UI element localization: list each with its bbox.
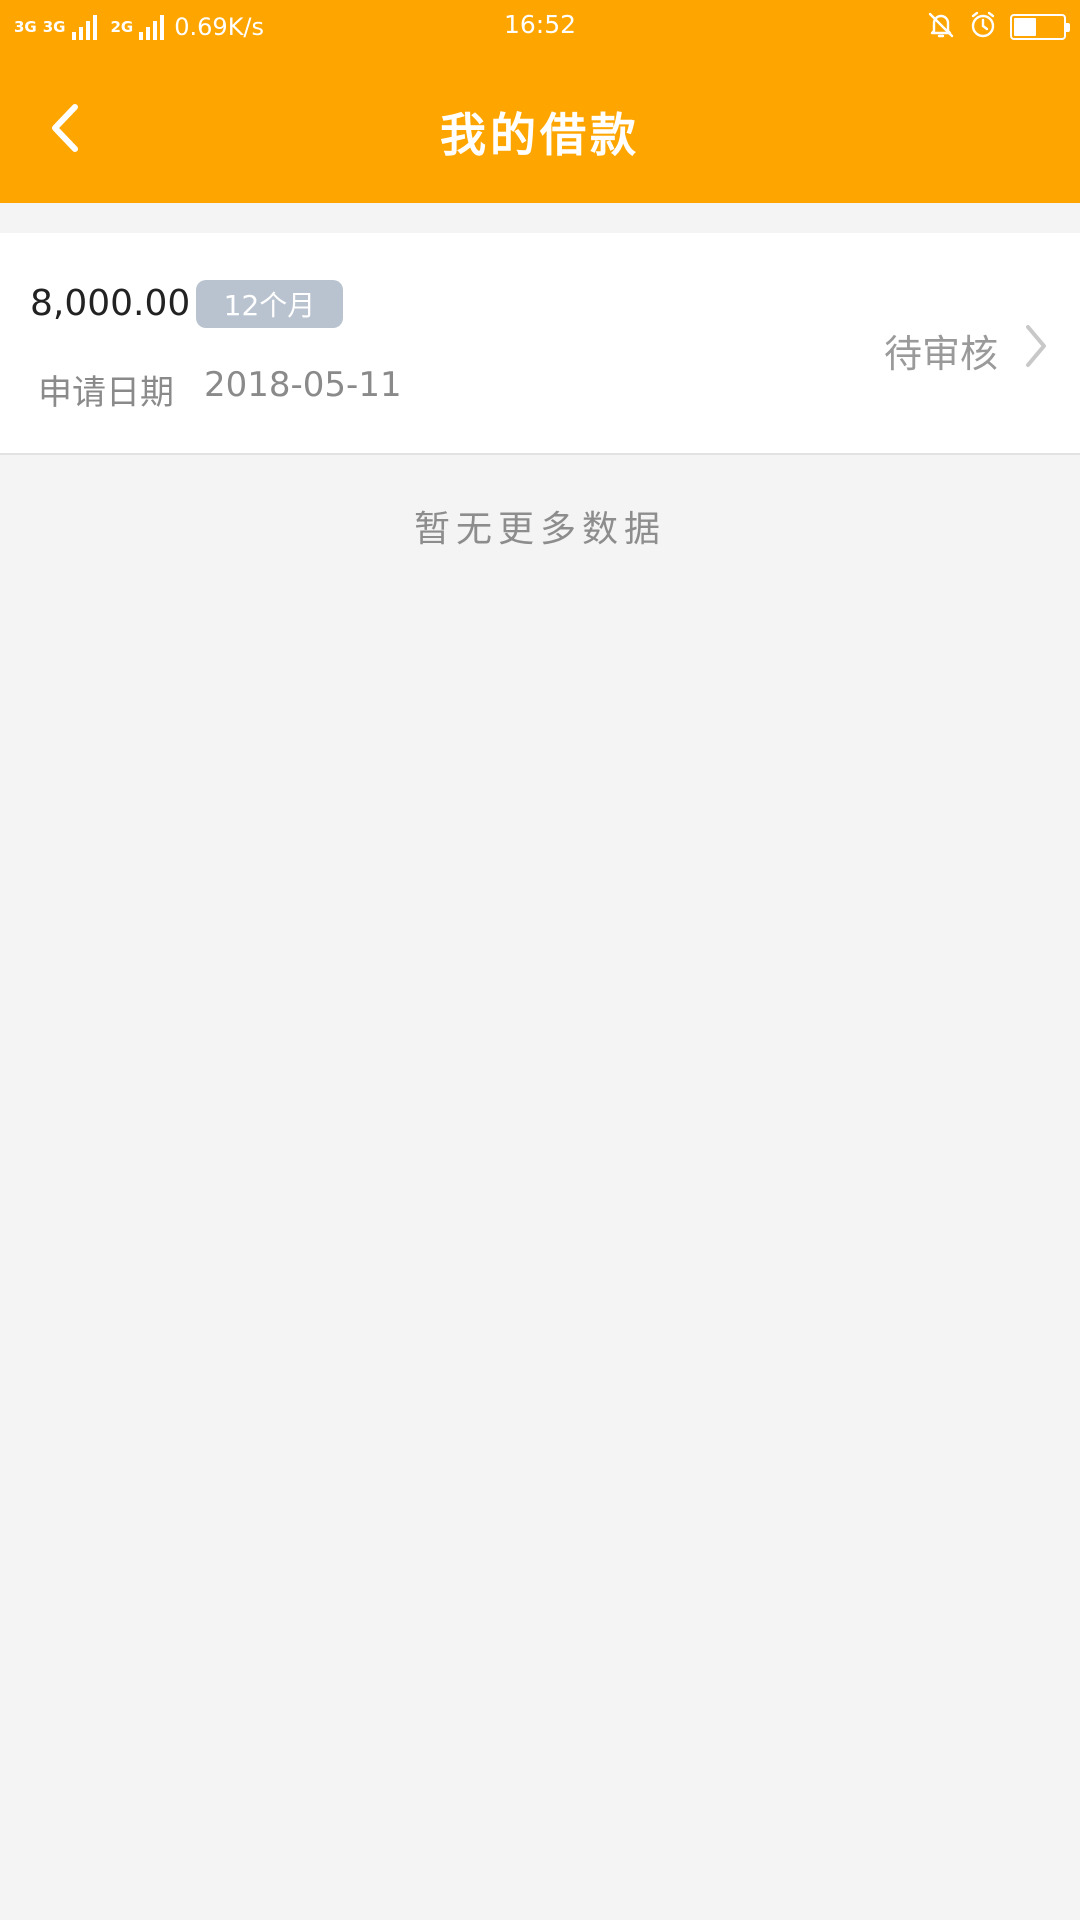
loan-list-item[interactable]: 8,000.00 12个月 申请日期 2018-05-11 待审核 [0, 233, 1080, 455]
bell-muted-icon [926, 10, 956, 44]
clock: 16:52 [503, 10, 577, 39]
battery-icon [1010, 14, 1070, 40]
loan-term-badge: 12个月 [196, 280, 343, 328]
loan-status: 待审核 [883, 332, 998, 376]
status-bar: 3G 3G 2G 0.69K/s 16:52 [0, 0, 1080, 55]
application-date-row: 申请日期 2018-05-11 [38, 365, 402, 414]
battery-level [1014, 18, 1036, 36]
loan-amount: 8,000.00 [30, 283, 191, 324]
status-bar-right [926, 10, 1070, 44]
page-title: 我的借款 [440, 108, 640, 162]
title-bar: 我的借款 [0, 55, 1080, 203]
chevron-right-icon [1016, 321, 1056, 371]
application-date-value: 2018-05-11 [204, 365, 402, 405]
no-more-data-text: 暂无更多数据 [413, 509, 666, 550]
application-date-label: 申请日期 [38, 373, 174, 413]
alarm-clock-icon [968, 10, 998, 44]
